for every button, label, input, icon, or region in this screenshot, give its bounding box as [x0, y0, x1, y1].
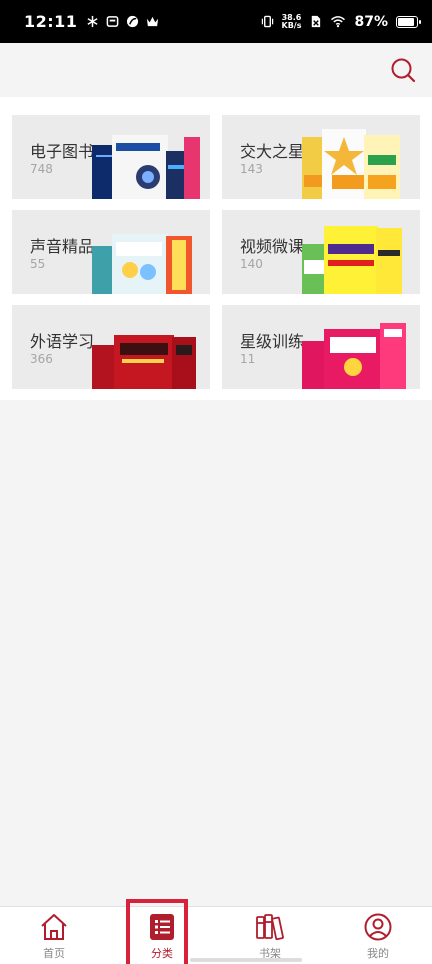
nav-label: 我的	[367, 947, 389, 960]
vibrate-icon	[261, 15, 273, 28]
category-count: 143	[240, 162, 263, 176]
nav-label: 分类	[151, 947, 173, 960]
status-time: 12:11	[24, 12, 78, 31]
battery-level	[398, 17, 414, 26]
nav-item-home[interactable]: 首页	[0, 907, 108, 964]
book-covers-image	[302, 226, 402, 294]
net-speed-unit: KB/s	[281, 20, 302, 30]
category-count: 140	[240, 257, 263, 271]
category-count: 11	[240, 352, 256, 366]
category-title: 交大之星	[240, 142, 305, 161]
category-title: 电子图书	[30, 142, 95, 161]
notification-icons	[86, 15, 159, 28]
book-covers-image	[302, 323, 406, 389]
nav-label: 首页	[43, 947, 65, 960]
net-speed: 38.6 KB/s	[281, 13, 302, 30]
battery-percent: 87%	[354, 13, 388, 30]
category-title: 声音精品	[30, 237, 95, 256]
category-grid: 电子图书 748 交大之星 143 声音精品 55 视频微课 140 外语学习 …	[0, 97, 432, 400]
nav-item-category[interactable]: 分类	[108, 907, 216, 964]
book-covers-image	[92, 135, 200, 199]
status-right: 38.6 KB/s 87%	[261, 13, 421, 30]
leaf-app-icon	[127, 15, 139, 28]
category-card-video[interactable]: 视频微课 140	[222, 210, 420, 294]
nav-item-profile[interactable]: 我的	[324, 907, 432, 964]
box-app-icon	[107, 16, 119, 27]
category-card-star-training[interactable]: 星级训练 11	[222, 305, 420, 389]
category-count: 366	[30, 352, 53, 366]
category-count: 748	[30, 162, 53, 176]
home-indicator	[190, 958, 302, 962]
category-title: 视频微课	[240, 237, 305, 256]
profile-icon	[364, 913, 392, 941]
nav-item-bookshelf[interactable]: 书架	[216, 907, 324, 964]
wifi-icon	[331, 16, 346, 28]
category-card-ebooks[interactable]: 电子图书 748	[12, 115, 210, 199]
category-title: 星级训练	[240, 332, 305, 351]
search-icon[interactable]	[390, 57, 416, 83]
bottom-nav: 首页 分类 书架 我的	[0, 906, 432, 964]
category-card-foreign-language[interactable]: 外语学习 366	[12, 305, 210, 389]
home-icon	[41, 914, 67, 940]
category-title: 外语学习	[30, 332, 95, 351]
status-bar: 12:11 38.6 KB/s 87%	[0, 0, 432, 43]
bookshelf-icon	[256, 914, 284, 941]
asterisk-icon	[87, 15, 98, 28]
book-covers-image	[92, 234, 192, 294]
category-card-audio[interactable]: 声音精品 55	[12, 210, 210, 294]
book-covers-image	[92, 335, 196, 389]
no-sim-icon	[312, 15, 321, 28]
category-card-jiaoda-star[interactable]: 交大之星 143	[222, 115, 420, 199]
battery-icon	[396, 15, 421, 28]
category-icon	[150, 914, 174, 940]
header	[0, 43, 432, 97]
category-count: 55	[30, 257, 46, 271]
book-covers-image	[302, 129, 400, 199]
crown-icon	[147, 16, 159, 27]
